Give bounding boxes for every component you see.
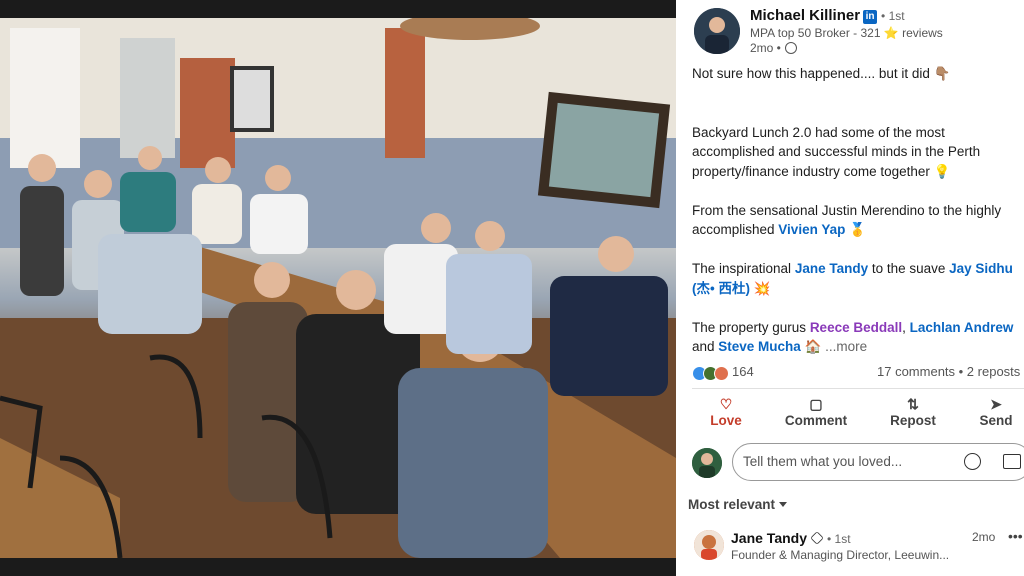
author-headline: MPA top 50 Broker - 321 ⭐ reviews: [750, 26, 943, 40]
post-timestamp: 2mo •: [750, 41, 797, 55]
mention-jane-tandy[interactable]: Jane Tandy: [795, 261, 868, 276]
divider: [692, 388, 1024, 389]
love-label: Love: [710, 413, 742, 428]
post-text-fragment: accomplished: [692, 222, 779, 237]
comment-placeholder: Tell them what you loved...: [743, 454, 903, 469]
post-line: (杰• 西杜) 💥: [692, 279, 1024, 299]
current-user-avatar-image: [692, 448, 722, 478]
group-lunch-photo: [0, 18, 676, 558]
mention-jay-sidhu[interactable]: Jay Sidhu: [949, 261, 1013, 276]
post-text-fragment: The property gurus: [692, 319, 810, 335]
globe-icon: [784, 42, 797, 54]
linkedin-premium-icon: in: [863, 10, 878, 24]
reaction-icons[interactable]: [692, 365, 729, 382]
post-text: Not sure how this happened.... but it di…: [692, 64, 1024, 357]
author-name[interactable]: Michael Killiner in • 1st: [750, 7, 905, 24]
connection-degree: • 1st: [881, 9, 905, 23]
send-button[interactable]: ➤ Send: [956, 395, 1024, 428]
post-emoji: 🥇: [845, 222, 866, 237]
sort-label: Most relevant: [688, 497, 776, 512]
love-reaction-icon: [714, 366, 729, 382]
mention-lachlan-andrew[interactable]: Lachlan Andrew: [910, 320, 1014, 335]
author-name-text[interactable]: Michael Killiner: [750, 7, 860, 24]
comment-icon: ▢: [809, 396, 823, 412]
post-photo[interactable]: [0, 18, 676, 558]
post-text-fragment: ,: [902, 319, 910, 335]
comments-reposts-count[interactable]: 17 comments • 2 reposts: [877, 364, 1020, 379]
photo-viewer: [0, 0, 676, 576]
post-emoji: 🏠: [800, 339, 822, 354]
post-time-text: 2mo •: [750, 41, 781, 55]
commenter-name-text[interactable]: Jane Tandy: [731, 530, 807, 546]
post-line: and Steve Mucha 🏠 ...more: [692, 337, 1024, 357]
post-line: Not sure how this happened.... but it di…: [692, 66, 951, 81]
post-text-fragment: and: [692, 339, 719, 354]
commenter-degree: • 1st: [827, 532, 851, 546]
verified-icon: [810, 531, 824, 545]
commenter-name[interactable]: Jane Tandy • 1st: [731, 530, 851, 546]
commenter-headline: Founder & Managing Director, Leeuwin...: [731, 548, 950, 562]
emoji-icon[interactable]: [964, 453, 981, 470]
author-avatar[interactable]: [694, 8, 740, 54]
comment-time: 2mo: [972, 530, 996, 544]
post-line: Backyard Lunch 2.0 had some of the most: [692, 124, 945, 140]
image-icon[interactable]: [1003, 454, 1021, 469]
post-line: The property gurus Reece Beddall, Lachla…: [692, 318, 1024, 338]
send-label: Send: [979, 413, 1013, 428]
post-text-fragment: to the suave: [868, 261, 950, 276]
comment-sort-dropdown[interactable]: Most relevant: [688, 497, 788, 512]
commenter-avatar[interactable]: [694, 530, 724, 560]
comment-input[interactable]: Tell them what you loved...: [732, 443, 1024, 481]
comment-label: Comment: [784, 413, 848, 428]
see-more-link[interactable]: ...more: [821, 339, 867, 354]
post-detail-panel: Michael Killiner in • 1st MPA top 50 Broke…: [676, 0, 1024, 576]
send-icon: ➤: [990, 396, 1002, 412]
mention-jay-sidhu-chinese[interactable]: (杰• 西杜): [692, 281, 750, 296]
post-line: From the sensational Justin Merendino to…: [692, 202, 1002, 218]
repost-label: Repost: [890, 413, 936, 428]
post-line: accomplished and successful minds in the…: [692, 144, 981, 159]
post-emoji: 💥: [749, 280, 771, 296]
commenter-avatar-image: [694, 530, 724, 560]
reactions-bar: 164 17 comments • 2 reposts: [692, 364, 1024, 382]
author-avatar-image: [694, 8, 740, 54]
repost-icon: ⇅: [907, 396, 919, 412]
current-user-avatar[interactable]: [692, 448, 722, 478]
post-line: accomplished Vivien Yap 🥇: [692, 220, 1024, 240]
post-line: property/finance industry come together …: [692, 163, 951, 179]
repost-button[interactable]: ⇅ Repost: [873, 395, 953, 428]
post-actions: ♡ Love ▢ Comment ⇅ Repost ➤ Send: [676, 395, 1024, 435]
mention-steve-mucha[interactable]: Steve Mucha: [718, 339, 801, 354]
comment-button[interactable]: ▢ Comment: [776, 395, 856, 428]
chevron-down-icon: [779, 502, 788, 507]
love-button[interactable]: ♡ Love: [686, 395, 766, 428]
mention-vivien-yap[interactable]: Vivien Yap: [778, 222, 845, 237]
comment-more-menu-icon[interactable]: •••: [1008, 528, 1023, 544]
heart-icon: ♡: [719, 396, 733, 412]
mention-reece-beddall[interactable]: Reece Beddall: [810, 320, 902, 335]
post-text-fragment: The inspirational: [692, 261, 795, 276]
post-line: The inspirational Jane Tandy to the suav…: [692, 259, 1024, 279]
reaction-count[interactable]: 164: [732, 364, 754, 379]
